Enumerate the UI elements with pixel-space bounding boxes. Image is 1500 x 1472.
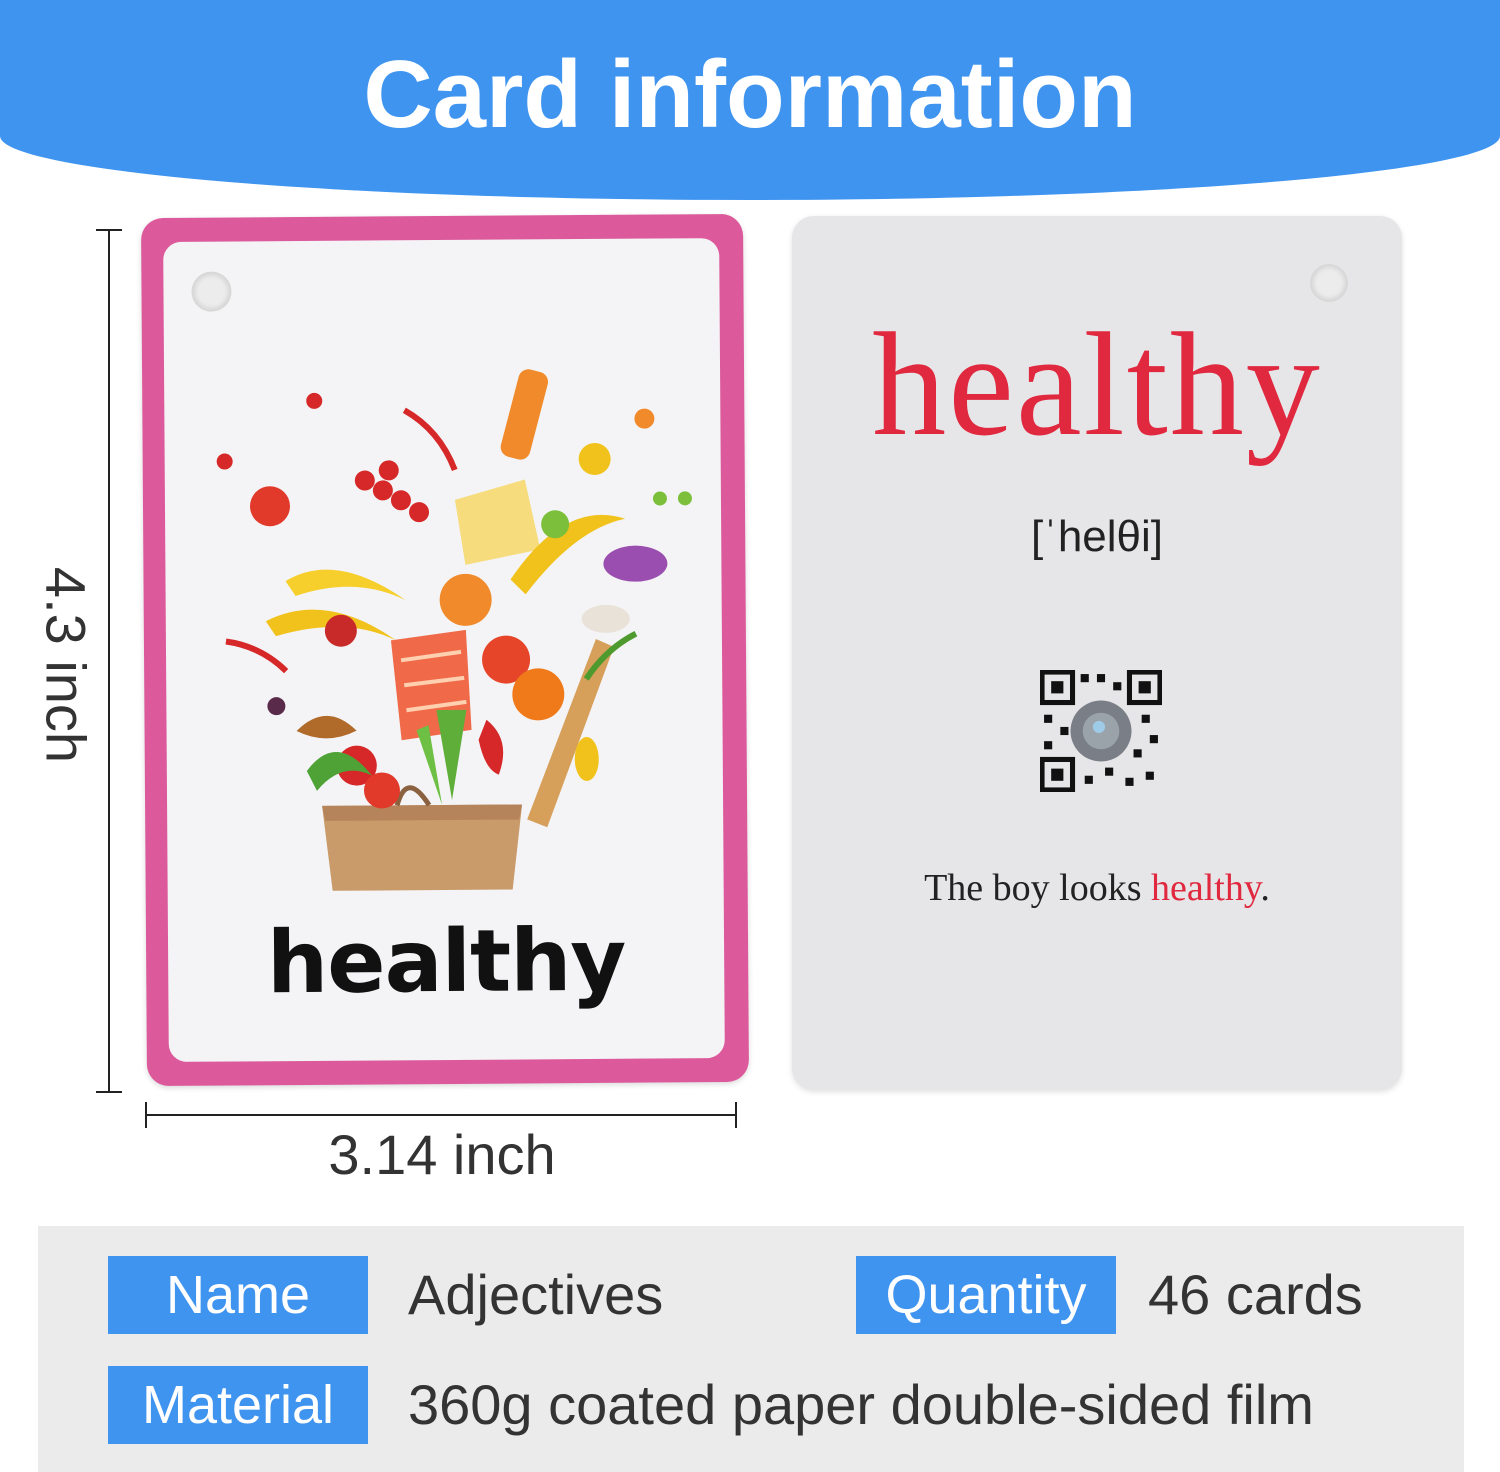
width-dimension-line — [146, 1114, 736, 1116]
height-dimension-tick-bottom — [96, 1091, 122, 1093]
width-label: 3.14 inch — [328, 1123, 556, 1186]
height-dimension-tick-top — [96, 229, 122, 231]
flashcard-front-face: healthy — [163, 238, 725, 1062]
flashcard-front: healthy — [140, 213, 750, 1087]
product-info-panel: Name Adjectives Quantity 46 cards Materi… — [38, 1226, 1464, 1472]
qr-code-icon — [1040, 670, 1162, 792]
name-value: Adjectives — [408, 1263, 664, 1326]
example-sentence: The boy looks healthy. — [792, 866, 1402, 910]
material-tag: Material — [108, 1366, 368, 1444]
sentence-highlight: healthy — [1151, 867, 1261, 909]
height-dimension-line — [108, 230, 110, 1092]
flashcard-back: healthy [ˈhelθi] The boy looks healthy. — [792, 216, 1402, 1090]
height-label: 4.3 inch — [34, 566, 98, 764]
material-value: 360g coated paper double-sided film — [408, 1373, 1314, 1436]
name-tag: Name — [108, 1256, 368, 1334]
width-dimension-tick-left — [145, 1102, 147, 1128]
back-card-word: healthy — [872, 303, 1322, 467]
sentence-prefix: The boy looks — [924, 867, 1152, 909]
header-banner: Card information — [0, 0, 1500, 200]
phonetic-transcription: [ˈhelθi] — [1030, 512, 1164, 561]
width-dimension-tick-right — [735, 1102, 737, 1128]
punch-hole — [1310, 264, 1348, 302]
sentence-suffix: . — [1260, 867, 1270, 909]
page-title: Card information — [363, 41, 1137, 148]
front-card-word: healthy — [266, 910, 626, 1014]
food-illustration — [216, 369, 692, 891]
quantity-value: 46 cards — [1148, 1263, 1363, 1326]
quantity-tag: Quantity — [856, 1256, 1116, 1334]
